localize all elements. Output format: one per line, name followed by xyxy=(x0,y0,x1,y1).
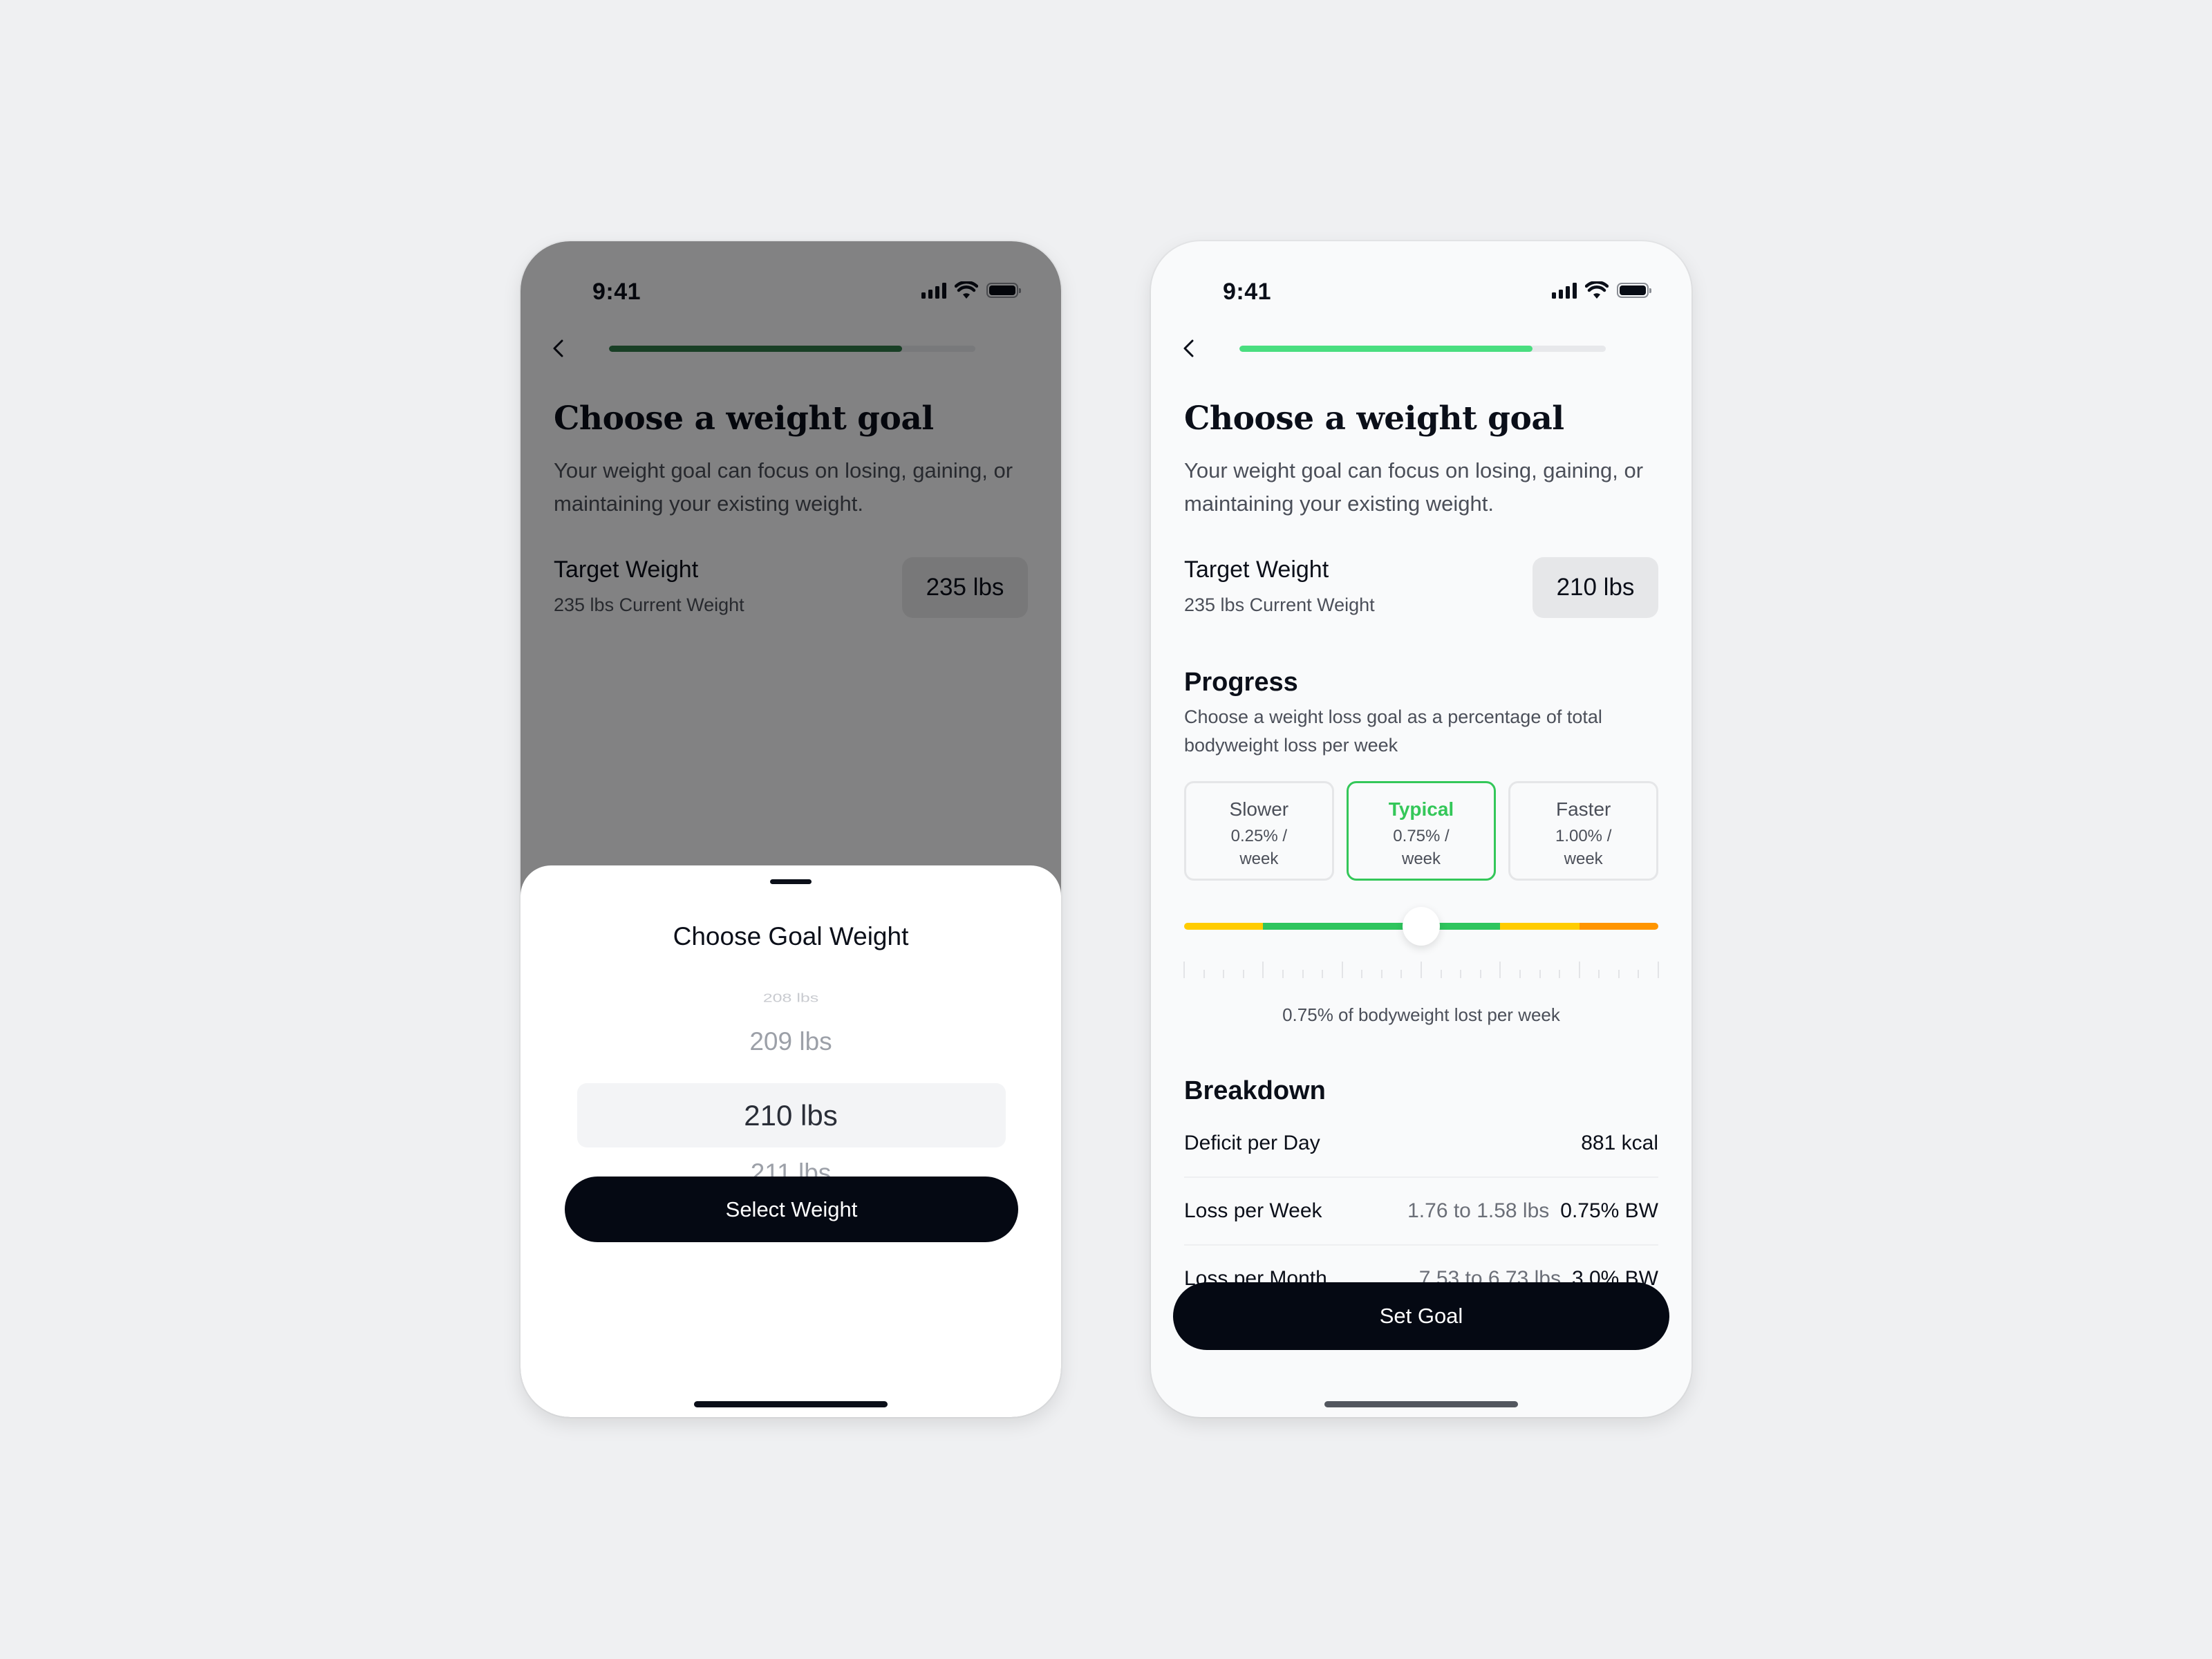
pace-option-value: 0.25% / week xyxy=(1230,827,1288,868)
slider-segment xyxy=(1500,923,1580,930)
page-title: Choose a weight goal xyxy=(1184,400,1564,438)
picker-option[interactable]: 209 lbs xyxy=(521,1027,1061,1056)
pace-options: Slower 0.25% / week Typical 0.75% / week… xyxy=(1184,781,1659,881)
row-value: 0.75% BW xyxy=(1560,1199,1658,1222)
breakdown-row: Deficit per Day 881 kcal xyxy=(1184,1109,1658,1178)
pace-option-slower[interactable]: Slower 0.25% / week xyxy=(1184,781,1334,881)
minor-tick xyxy=(1638,970,1640,978)
minor-tick xyxy=(1282,970,1284,978)
minor-tick xyxy=(1223,970,1225,978)
goal-weight-bottom-sheet: Choose Goal Weight 208 lbs 209 lbs 210 l… xyxy=(521,865,1061,1417)
slider-caption: 0.75% of bodyweight lost per week xyxy=(1282,1004,1560,1025)
phone-screen-weight-goal: 9:41 Choose a weight goal Your weight go… xyxy=(1151,241,1691,1417)
sheet-grabber-handle[interactable] xyxy=(770,879,812,884)
pace-option-name: Slower xyxy=(1229,798,1289,820)
picker-option-selected[interactable]: 210 lbs xyxy=(521,1099,1061,1132)
current-weight-text: 235 lbs Current Weight xyxy=(1184,594,1375,615)
breakdown-row: Loss per Week 1.76 to 1.58 lbs 0.75% BW xyxy=(1184,1177,1658,1246)
minor-tick xyxy=(1559,970,1561,978)
status-bar: 9:41 xyxy=(1151,266,1691,308)
minor-tick xyxy=(1479,970,1481,978)
progress-section-subtitle: Choose a weight loss goal as a percentag… xyxy=(1184,706,1602,756)
minor-tick xyxy=(1460,970,1462,978)
battery-icon xyxy=(1617,283,1651,298)
row-label: Deficit per Day xyxy=(1184,1131,1320,1154)
target-weight-button[interactable]: 210 lbs xyxy=(1533,557,1658,618)
major-tick xyxy=(1183,962,1185,978)
phone-screen-goal-weight-picker: 9:41 Choose a weight goal Your weight go… xyxy=(521,241,1061,1417)
pace-option-value: 0.75% / week xyxy=(1393,827,1450,868)
progress-fill xyxy=(1239,346,1533,352)
picker-option[interactable]: 208 lbs xyxy=(521,991,1061,1005)
pace-option-name: Typical xyxy=(1388,798,1454,820)
row-secondary: 1.76 to 1.58 lbs xyxy=(1407,1199,1550,1222)
pace-slider[interactable] xyxy=(1184,907,1658,946)
select-weight-button[interactable]: Select Weight xyxy=(565,1177,1018,1242)
sheet-title: Choose Goal Weight xyxy=(673,922,909,950)
row-value: 881 kcal xyxy=(1581,1131,1658,1154)
minor-tick xyxy=(1400,970,1403,978)
slider-thumb[interactable] xyxy=(1403,907,1440,946)
major-tick xyxy=(1262,962,1264,978)
status-time: 9:41 xyxy=(1223,279,1272,305)
target-weight-label: Target Weight xyxy=(1184,556,1329,583)
minor-tick xyxy=(1380,970,1382,978)
cellular-signal-icon xyxy=(1552,282,1577,299)
pace-option-typical[interactable]: Typical 0.75% / week xyxy=(1346,781,1497,881)
onboarding-progress-bar xyxy=(1239,346,1606,352)
minor-tick xyxy=(1302,970,1304,978)
progress-section-title: Progress xyxy=(1184,668,1298,697)
slider-ticks xyxy=(1183,962,1659,978)
minor-tick xyxy=(1440,970,1442,978)
row-label: Loss per Week xyxy=(1184,1199,1322,1222)
minor-tick xyxy=(1242,970,1244,978)
set-goal-button[interactable]: Set Goal xyxy=(1173,1282,1669,1350)
page-subtitle: Your weight goal can focus on losing, ga… xyxy=(1184,458,1644,516)
major-tick xyxy=(1578,962,1580,978)
minor-tick xyxy=(1539,970,1541,978)
slider-segment xyxy=(1184,923,1264,930)
pace-option-faster[interactable]: Faster 1.00% / week xyxy=(1508,781,1659,881)
breakdown-title: Breakdown xyxy=(1184,1076,1326,1105)
pace-option-value: 1.00% / week xyxy=(1555,827,1612,868)
wifi-icon xyxy=(1585,281,1609,299)
pace-option-name: Faster xyxy=(1556,798,1611,820)
back-chevron-icon[interactable] xyxy=(1179,338,1199,359)
major-tick xyxy=(1658,962,1659,978)
major-tick xyxy=(1499,962,1501,978)
minor-tick xyxy=(1519,970,1521,978)
major-tick xyxy=(1341,962,1343,978)
minor-tick xyxy=(1598,970,1600,978)
home-indicator xyxy=(694,1401,888,1407)
major-tick xyxy=(1421,962,1422,978)
slider-segment xyxy=(1263,923,1501,930)
minor-tick xyxy=(1322,970,1324,978)
minor-tick xyxy=(1618,970,1620,978)
slider-segment xyxy=(1579,923,1658,930)
minor-tick xyxy=(1361,970,1363,978)
minor-tick xyxy=(1203,970,1205,978)
home-indicator xyxy=(1324,1401,1518,1407)
